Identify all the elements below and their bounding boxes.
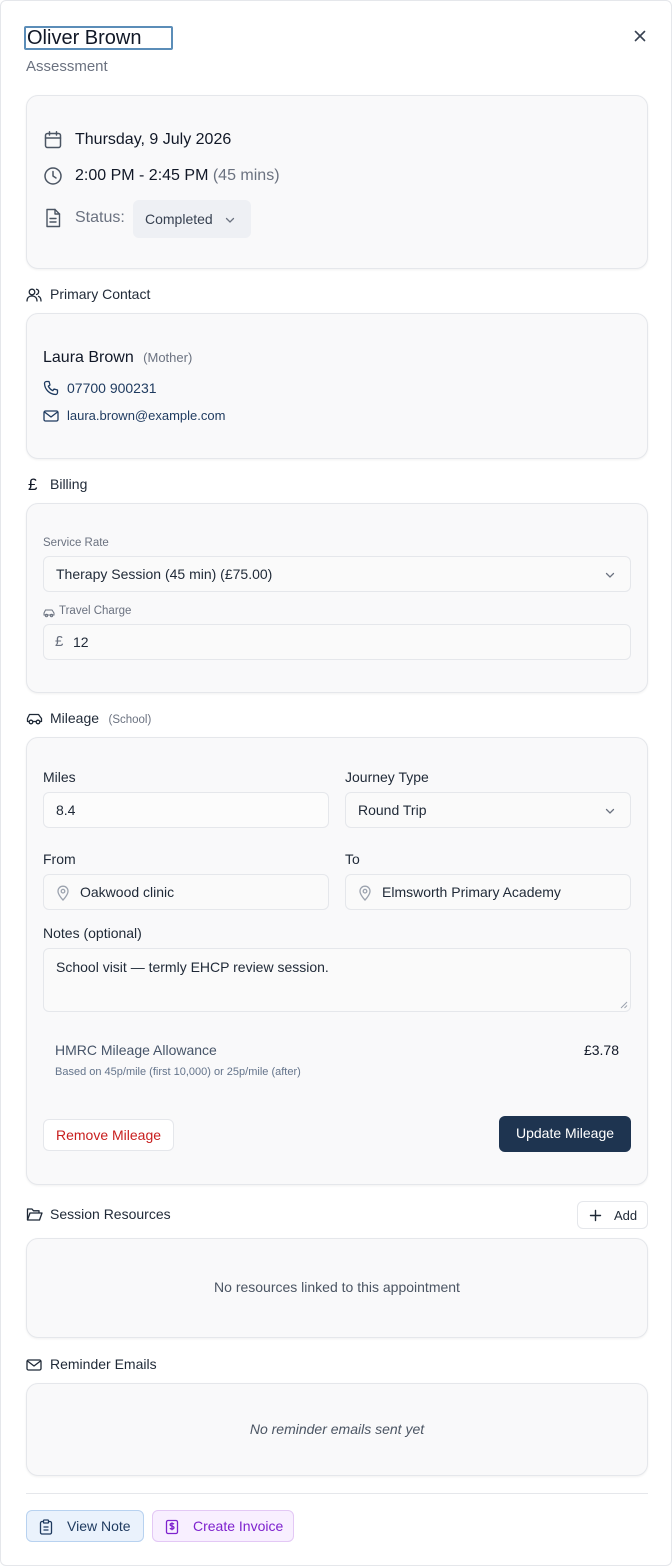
add-resource-button[interactable]: Add (577, 1201, 648, 1229)
contact-email-link[interactable]: laura.brown@example.com (67, 408, 225, 423)
pound-icon: £ (28, 475, 38, 494)
notes-label: Notes (optional) (43, 925, 142, 941)
currency-symbol: £ (55, 633, 64, 650)
resize-handle-icon[interactable] (620, 1001, 628, 1009)
car-icon (43, 608, 55, 618)
notes-value: School visit — termly EHCP review sessio… (56, 959, 329, 975)
allowance-amount: £3.78 (583, 1042, 619, 1058)
map-pin-icon (57, 885, 69, 901)
travel-charge-input[interactable]: £ 12 (43, 624, 631, 660)
session-resources-heading: Session Resources (50, 1206, 171, 1222)
notes-textarea[interactable]: School visit — termly EHCP review sessio… (43, 948, 631, 1012)
status-value: Completed (145, 211, 213, 227)
to-label: To (345, 851, 360, 867)
folder-open-icon (26, 1207, 43, 1222)
session-resources-card: No resources linked to this appointment (26, 1238, 648, 1338)
add-resource-label: Add (614, 1208, 638, 1223)
to-input[interactable]: Elmsworth Primary Academy (345, 874, 631, 910)
miles-label: Miles (43, 769, 76, 785)
chevron-down-icon (605, 808, 615, 814)
car-icon (26, 711, 43, 726)
close-button[interactable] (631, 27, 649, 45)
billing-heading: Billing (50, 476, 88, 492)
status-dropdown[interactable]: Completed (133, 200, 251, 238)
calendar-icon (43, 130, 63, 150)
page-title: Oliver Brown (27, 27, 142, 49)
reminder-emails-card: No reminder emails sent yet (26, 1383, 648, 1476)
mileage-tag: (School) (108, 714, 152, 726)
title-input[interactable]: Oliver Brown (24, 26, 173, 50)
to-value: Elmsworth Primary Academy (382, 884, 561, 900)
allowance-title: HMRC Mileage Allowance (55, 1042, 217, 1058)
remove-mileage-button[interactable]: Remove Mileage (43, 1119, 174, 1151)
appointment-details-card: Thursday, 9 July 2026 2:00 PM - 2:45 PM … (26, 95, 648, 269)
mileage-card: Miles 8.4 Journey Type Round Trip From O… (26, 737, 648, 1185)
document-icon (44, 208, 62, 228)
remove-mileage-label: Remove Mileage (55, 1127, 162, 1143)
service-rate-label: Service Rate (43, 537, 109, 549)
contact-relationship: (Mother) (143, 350, 193, 365)
page-subtitle: Assessment (26, 58, 108, 75)
plus-icon (589, 1209, 602, 1222)
status-label: Status: (75, 209, 125, 226)
update-mileage-label: Update Mileage (515, 1125, 615, 1141)
travel-charge-label: Travel Charge (59, 605, 132, 617)
resources-empty-text: No resources linked to this appointment (214, 1279, 460, 1295)
invoice-dollar-icon (165, 1519, 179, 1535)
phone-icon (43, 380, 59, 396)
contact-phone-link[interactable]: 07700 900231 (67, 380, 157, 396)
chevron-down-icon (605, 572, 615, 578)
chevron-down-icon (225, 217, 235, 223)
reminders-empty-text: No reminder emails sent yet (249, 1421, 425, 1437)
create-invoice-button[interactable]: Create Invoice (152, 1510, 294, 1542)
view-note-button[interactable]: View Note (26, 1510, 144, 1542)
primary-contact-card: Laura Brown (Mother) 07700 900231 laura.… (26, 313, 648, 459)
map-pin-icon (359, 885, 371, 901)
miles-value: 8.4 (56, 802, 76, 818)
mileage-heading: Mileage (50, 710, 100, 726)
update-mileage-button[interactable]: Update Mileage (499, 1116, 631, 1152)
journey-type-label: Journey Type (345, 769, 429, 785)
billing-card: Service Rate Therapy Session (45 min) (£… (26, 503, 648, 693)
from-label: From (43, 851, 76, 867)
appointment-duration: (45 mins) (212, 167, 280, 184)
travel-charge-value: 12 (73, 634, 89, 650)
footer-divider (26, 1493, 648, 1494)
service-rate-select[interactable]: Therapy Session (45 min) (£75.00) (43, 556, 631, 592)
from-input[interactable]: Oakwood clinic (43, 874, 329, 910)
journey-type-select[interactable]: Round Trip (345, 792, 631, 828)
close-icon (634, 30, 646, 42)
appointment-date: Thursday, 9 July 2026 (75, 131, 232, 148)
appointment-panel: Oliver Brown Assessment Thursday, 9 July… (0, 0, 672, 1566)
miles-input[interactable]: 8.4 (43, 792, 329, 828)
contact-name-row: Laura Brown (Mother) (43, 349, 192, 367)
clipboard-icon (39, 1519, 53, 1535)
mail-icon (26, 1358, 42, 1372)
appointment-time: 2:00 PM - 2:45 PM (75, 167, 209, 184)
clock-icon (43, 166, 63, 186)
appointment-time-row: 2:00 PM - 2:45 PM (45 mins) (75, 167, 280, 185)
users-icon (26, 287, 42, 303)
mileage-heading-row: Mileage (School) (50, 710, 151, 728)
primary-contact-heading: Primary Contact (50, 286, 151, 302)
service-rate-value: Therapy Session (45 min) (£75.00) (56, 566, 273, 582)
contact-name: Laura Brown (43, 349, 134, 366)
view-note-label: View Note (67, 1518, 131, 1534)
allowance-note: Based on 45p/mile (first 10,000) or 25p/… (55, 1066, 301, 1078)
reminder-emails-heading: Reminder Emails (50, 1356, 157, 1372)
journey-type-value: Round Trip (358, 802, 427, 818)
create-invoice-label: Create Invoice (193, 1518, 284, 1534)
from-value: Oakwood clinic (80, 884, 175, 900)
mail-icon (43, 409, 59, 423)
